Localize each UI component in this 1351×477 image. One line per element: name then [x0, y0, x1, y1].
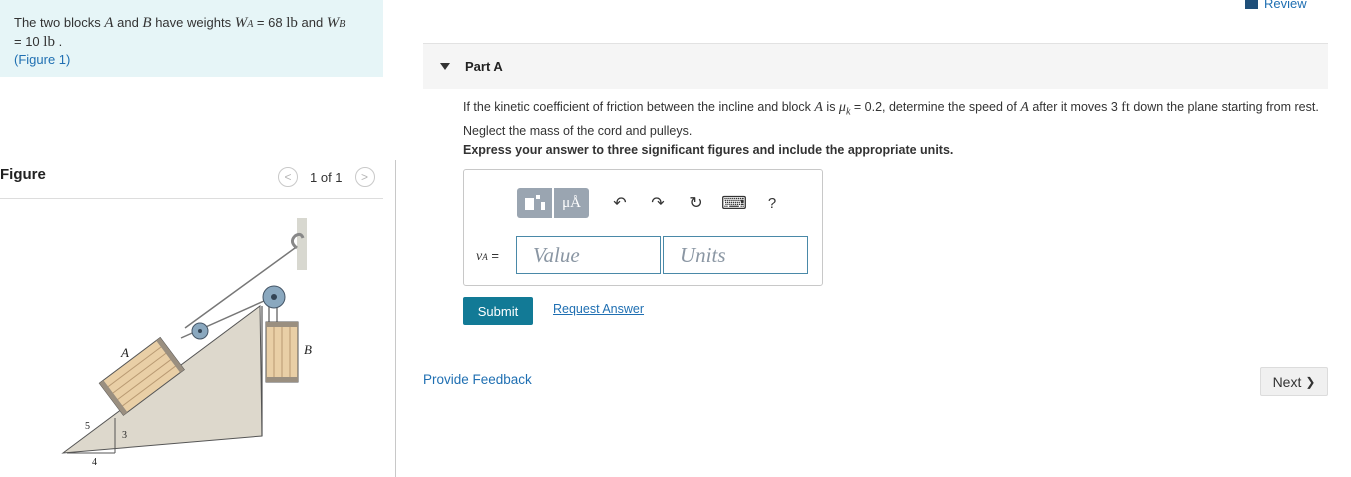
figure-title: Figure	[0, 166, 46, 183]
question-segment: = 0.2, determine the speed of	[850, 100, 1021, 114]
review-icon	[1245, 0, 1258, 9]
var-wb-sub: B	[339, 19, 346, 30]
pulley-axle	[271, 294, 277, 300]
part-a-header[interactable]: Part A	[423, 44, 1328, 89]
units-button[interactable]: μÅ	[554, 188, 589, 218]
units-input[interactable]: Units	[663, 236, 808, 274]
chevron-right-icon: >	[361, 170, 369, 184]
review-label: Review	[1264, 0, 1307, 11]
unit-ft: ft	[1121, 100, 1130, 115]
undo-icon[interactable]: ↶	[605, 188, 635, 218]
var-wa: W	[234, 15, 248, 31]
var-a: A	[1020, 100, 1029, 115]
equation-toolbar: μÅ ↶ ↷ ↻ ⌨ ?	[517, 188, 787, 218]
figure-page-count: 1 of 1	[310, 169, 343, 185]
problem-text: = 68	[253, 15, 287, 30]
question-segment: If the kinetic coefficient of friction b…	[463, 100, 815, 114]
label-a: A	[120, 345, 129, 360]
value-input[interactable]: Value	[516, 236, 661, 274]
block-b	[265, 321, 299, 383]
chevron-left-icon: <	[284, 170, 292, 184]
request-answer-link[interactable]: Request Answer	[553, 302, 644, 316]
problem-text: = 10	[14, 34, 44, 49]
instruction-text: Express your answer to three significant…	[463, 143, 954, 157]
next-figure-button[interactable]: >	[354, 167, 375, 187]
var-wb: W	[326, 15, 340, 31]
var-b: B	[142, 15, 152, 31]
divider	[0, 198, 383, 199]
problem-text: have weights	[151, 15, 235, 30]
help-icon[interactable]: ?	[757, 188, 787, 218]
chevron-right-icon: ❯	[1305, 374, 1316, 389]
prev-figure-button[interactable]: <	[278, 167, 298, 187]
next-button[interactable]: Next ❯	[1260, 367, 1328, 396]
var-mu: μ	[838, 100, 846, 115]
blocks-on-incline-figure: A B 5 3 4	[61, 218, 312, 468]
answer-box: μÅ ↶ ↷ ↻ ⌨ ? vA = Value Units	[463, 169, 823, 286]
unit-lb: lb	[286, 15, 298, 31]
question-segment: after it moves 3	[1028, 100, 1122, 114]
review-link[interactable]: Review	[1245, 0, 1307, 11]
templates-icon	[524, 195, 545, 210]
provide-feedback-link[interactable]: Provide Feedback	[423, 372, 532, 387]
answer-variable-label: vA =	[476, 248, 499, 265]
label-b: B	[304, 342, 312, 357]
var-a: A	[814, 100, 823, 115]
redo-icon[interactable]: ↷	[643, 188, 673, 218]
equals-sign: =	[487, 248, 499, 263]
pulley-axle	[198, 329, 202, 333]
panel-divider	[395, 160, 396, 477]
var-a: A	[104, 15, 114, 31]
slope-rise-label: 3	[122, 430, 127, 441]
figure-link[interactable]: (Figure 1)	[14, 52, 70, 67]
left-panel: The two blocks A and B have weights W A =…	[0, 0, 395, 477]
part-title: Part A	[465, 59, 503, 74]
question-text: If the kinetic coefficient of friction b…	[463, 98, 1323, 140]
next-label: Next	[1272, 373, 1302, 390]
figure-pager: < 1 of 1 >	[278, 167, 375, 187]
unit-lb: lb	[43, 34, 55, 50]
problem-text: and	[113, 15, 143, 30]
slope-run-label: 4	[92, 457, 97, 468]
problem-text: and	[297, 15, 327, 30]
submit-button[interactable]: Submit	[463, 297, 533, 325]
problem-text: The two blocks	[14, 15, 105, 30]
question-segment: is	[822, 100, 839, 114]
collapse-triangle-icon	[440, 63, 450, 70]
problem-statement: The two blocks A and B have weights WA =…	[0, 0, 383, 77]
wall	[297, 218, 307, 270]
reset-icon[interactable]: ↻	[681, 188, 711, 218]
templates-button[interactable]	[517, 188, 552, 218]
problem-text: .	[54, 34, 63, 49]
slope-hyp-label: 5	[85, 421, 90, 432]
keyboard-icon[interactable]: ⌨	[719, 188, 749, 218]
